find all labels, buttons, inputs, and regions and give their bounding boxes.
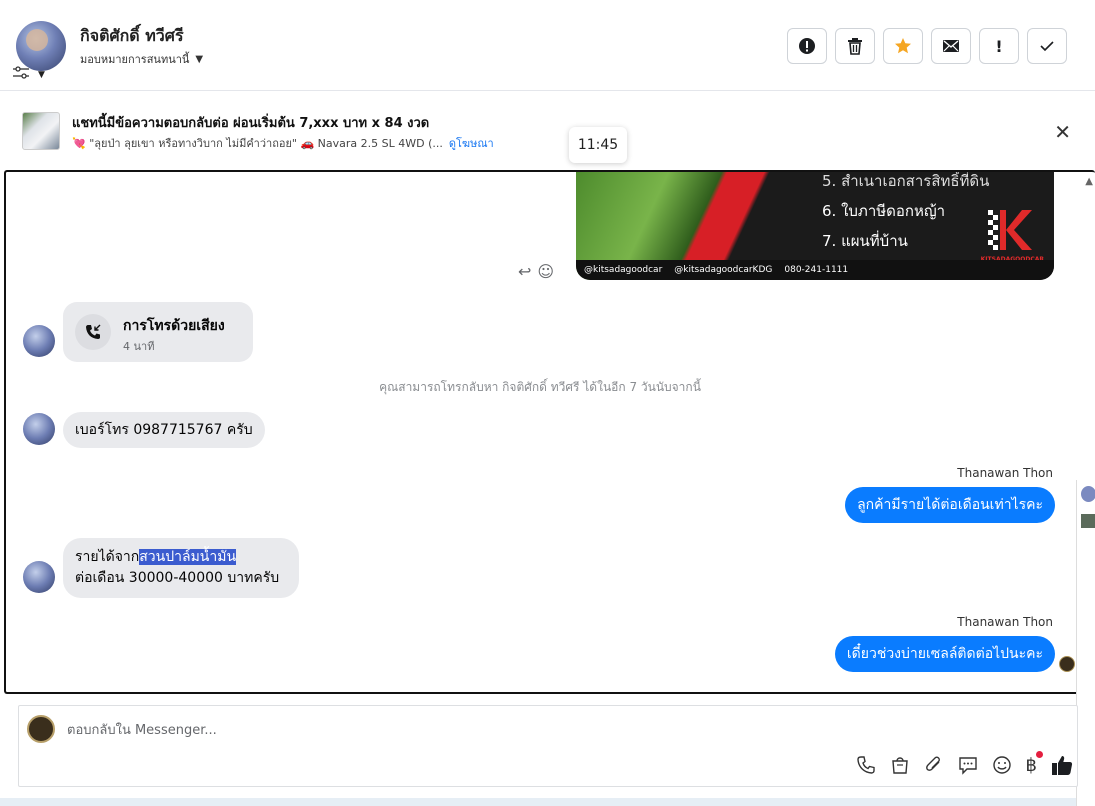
trash-icon — [848, 38, 862, 55]
message-composer: ฿ — [18, 705, 1078, 787]
paperclip-icon[interactable] — [924, 755, 944, 775]
mark-unread-button[interactable] — [931, 28, 971, 64]
image-text-line: 6. ใบภาษีดอกหญ้า — [822, 202, 946, 220]
image-text-line: 7. แผนที่บ้าน — [822, 232, 908, 250]
mark-follow-up-button[interactable]: ! — [979, 28, 1019, 64]
message-line: รายได้จากสวนปาล์มน้ำมัน — [75, 547, 287, 568]
image-text-lines: 5. สำเนาเอกสารสิทธิ์ที่ดิน 6. ใบภาษีดอกห… — [822, 172, 990, 256]
contact-avatar[interactable] — [16, 21, 66, 71]
incoming-message[interactable]: รายได้จากสวนปาล์มน้ำมัน ต่อเดือน 30000-4… — [63, 538, 299, 598]
star-icon — [895, 38, 911, 54]
sender-avatar — [23, 325, 55, 357]
emoji-icon[interactable] — [992, 755, 1012, 775]
side-panel-edge — [1076, 480, 1095, 806]
mark-spam-button[interactable] — [787, 28, 827, 64]
notification-dot — [1036, 750, 1043, 758]
outgoing-message[interactable]: ลูกค้ามีรายได้ต่อเดือนเท่าไรคะ — [845, 487, 1055, 523]
image-attachment[interactable]: 5. สำเนาเอกสารสิทธิ์ที่ดิน 6. ใบภาษีดอกห… — [576, 172, 1054, 280]
image-footer: @kitsadagoodcar @kitsadagoodcarKDG 080-2… — [576, 260, 1054, 280]
composer-toolbar: ฿ — [856, 750, 1073, 776]
scroll-up-arrow-icon[interactable]: ▲ — [1085, 176, 1093, 187]
sender-avatar — [23, 413, 55, 445]
ad-title: แชทนี้มีข้อความตอบกลับต่อ ผ่อนเริ่มต้น 7… — [72, 116, 430, 131]
highlighted-text: สวนปาล์มน้ำมัน — [139, 549, 237, 565]
page-avatar — [27, 715, 55, 743]
mail-icon — [943, 40, 959, 52]
line-handle: @kitsadagoodcar — [584, 265, 663, 275]
ad-context-banner: แชทนี้มีข้อความตอบกลับต่อ ผ่อนเริ่มต้น 7… — [0, 92, 1095, 168]
image-text-line: 5. สำเนาเอกสารสิทธิ์ที่ดิน — [822, 172, 990, 190]
chevron-down-icon[interactable]: ▼ — [38, 70, 45, 80]
call-title: การโทรด้วยเสียง — [123, 318, 225, 334]
conversation-header: ▼ กิจติศักดิ์ ทวีศรี มอบหมายการสนทนานี้ … — [0, 0, 1095, 91]
chevron-down-icon: ▼ — [195, 53, 204, 65]
star-button[interactable] — [883, 28, 923, 64]
reply-icon[interactable]: ↩ — [518, 262, 531, 281]
view-ad-link[interactable]: ดูโฆษณา — [449, 134, 494, 152]
thumbs-up-icon[interactable] — [1051, 754, 1073, 776]
assign-label: มอบหมายการสนทนานี้ — [80, 53, 190, 66]
brand-logo-icon — [988, 210, 1032, 250]
filter-sliders-icon[interactable] — [12, 66, 30, 80]
emoji-react-icon[interactable]: ☺ — [537, 262, 554, 281]
ad-thumbnail[interactable] — [22, 112, 60, 150]
phone-icon[interactable] — [856, 755, 876, 775]
delete-button[interactable] — [835, 28, 875, 64]
message-thread[interactable]: ▲ 5. สำเนาเอกสารสิทธิ์ที่ดิน 6. ใบภาษีดอ… — [4, 170, 1095, 694]
exclamation-icon: ! — [995, 36, 1003, 56]
shopping-bag-icon[interactable] — [890, 755, 910, 775]
alert-circle-icon — [799, 38, 815, 54]
chat-bubble-icon[interactable] — [958, 755, 978, 775]
sender-avatar — [23, 561, 55, 593]
callback-notice: คุณสามารถโทรกลับหา กิจติศักดิ์ ทวีศรี ได… — [379, 380, 701, 394]
outgoing-message[interactable]: เดี๋ยวช่วงบ่ายเซลล์ติดต่อไปนะคะ — [834, 636, 1055, 672]
voice-call-bubble[interactable]: การโทรด้วยเสียง 4 นาที — [63, 302, 253, 362]
sender-name: Thanawan Thon — [957, 615, 1053, 629]
sender-name: Thanawan Thon — [957, 466, 1053, 480]
messenger-inbox-window: ▼ กิจติศักดิ์ ทวีศรี มอบหมายการสนทนานี้ … — [0, 0, 1095, 806]
message-line: ต่อเดือน 30000-40000 บาทครับ — [75, 570, 280, 586]
side-avatar[interactable] — [1081, 486, 1095, 502]
message-actions: ↩ ☺ — [518, 262, 554, 281]
ad-subtitle: 💘 "ลุยป่า ลุยเขา หรือทางวิบาก ไม่มีคำว่า… — [72, 137, 443, 150]
contact-name: กิจติศักดิ์ ทวีศรี — [80, 26, 184, 45]
page-bottom-band — [0, 798, 1076, 806]
conversation-toolbar: ! — [787, 28, 1067, 64]
side-thumbnail[interactable] — [1081, 514, 1095, 528]
baht-payment-icon[interactable]: ฿ — [1026, 750, 1043, 776]
phone-number: 080-241-1111 — [784, 265, 849, 275]
timestamp-tooltip: 11:45 — [569, 127, 627, 163]
reply-input[interactable] — [67, 720, 767, 740]
assign-conversation-dropdown[interactable]: มอบหมายการสนทนานี้ ▼ — [80, 50, 203, 68]
mark-done-button[interactable] — [1027, 28, 1067, 64]
incoming-call-icon — [75, 314, 111, 350]
check-icon — [1040, 41, 1054, 52]
close-icon[interactable]: ✕ — [1054, 120, 1071, 144]
call-duration: 4 นาที — [123, 340, 155, 353]
seen-receipt-avatar — [1059, 656, 1075, 672]
ad-subtitle-row: 💘 "ลุยป่า ลุยเขา หรือทางวิบาก ไม่มีคำว่า… — [72, 134, 494, 152]
incoming-message[interactable]: เบอร์โทร 0987715767 ครับ — [63, 412, 265, 448]
message-text: รายได้จาก — [75, 549, 140, 565]
facebook-handle: @kitsadagoodcarKDG — [674, 265, 773, 275]
